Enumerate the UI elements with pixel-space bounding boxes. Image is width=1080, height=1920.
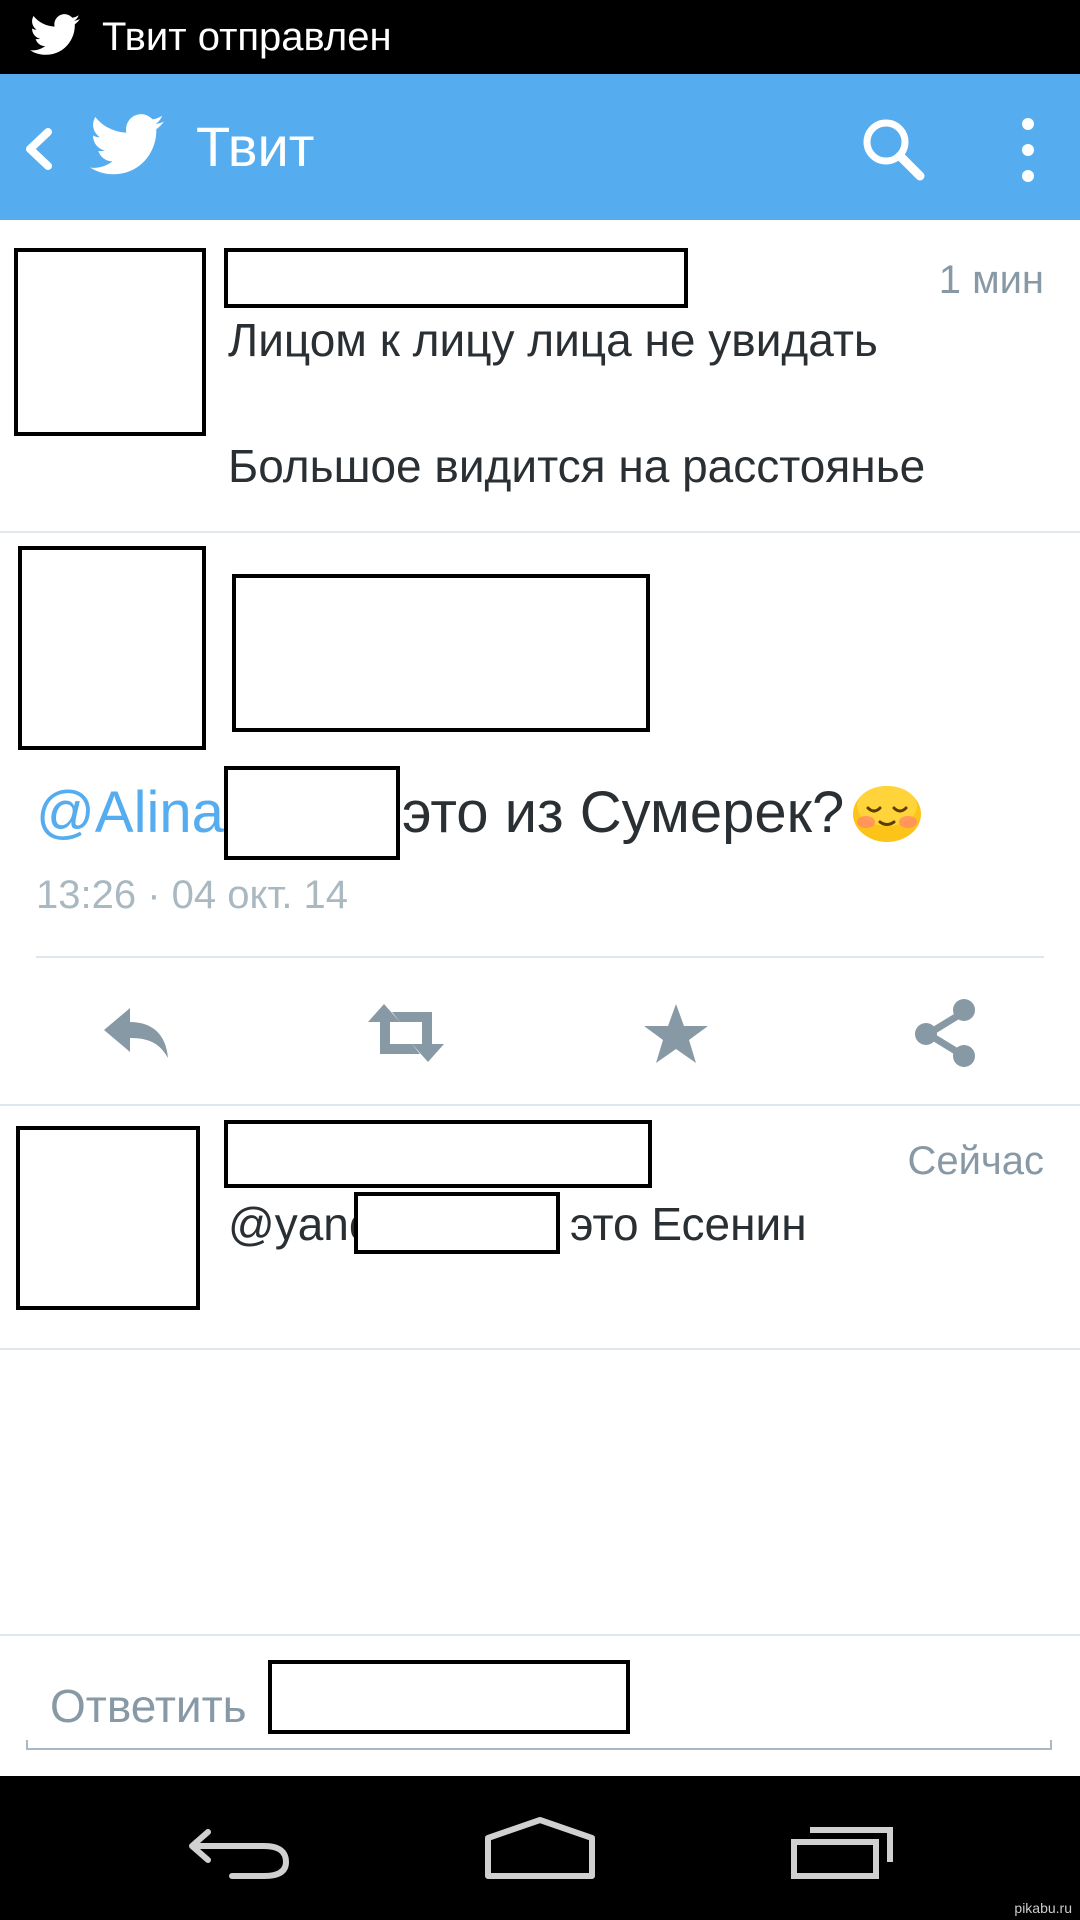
nav-back-icon[interactable] [186, 1824, 292, 1880]
tweet-text: это Есенин [570, 1198, 807, 1250]
search-icon[interactable] [860, 116, 926, 182]
divider [0, 1634, 1080, 1636]
page-title: Твит [196, 115, 315, 178]
tweet-text-line: Лицом к лицу лица не увидать [228, 314, 878, 366]
tweet-timestamp: 13:26 · 04 окт. 14 [36, 873, 349, 917]
app-bar: Твит [0, 74, 1080, 220]
twitter-bird-icon [90, 114, 164, 175]
redacted-username [224, 248, 688, 308]
navigation-bar [0, 1776, 1080, 1920]
nav-recents-icon[interactable] [790, 1822, 896, 1880]
avatar[interactable] [16, 1126, 200, 1310]
tweet-time: 1 мин [938, 258, 1044, 302]
tweet-text-line: Большое видится на расстоянье [228, 440, 926, 492]
twitter-bird-icon [30, 14, 80, 55]
status-notification-text: Твит отправлен [102, 15, 392, 59]
divider [0, 1104, 1080, 1106]
back-icon[interactable] [18, 124, 58, 174]
divider [36, 956, 1044, 958]
redacted-username [224, 1120, 652, 1188]
watermark: pikabu.ru [1014, 1900, 1072, 1916]
share-icon[interactable] [906, 998, 986, 1068]
redacted-handle [224, 766, 400, 860]
redacted-handle [268, 1660, 630, 1734]
redacted-handle [354, 1192, 560, 1254]
reply-icon[interactable] [96, 998, 176, 1068]
reply-input-underline [26, 1740, 1052, 1750]
status-bar: Твит отправлен [0, 0, 1080, 74]
overflow-menu-icon[interactable] [1010, 114, 1046, 186]
favorite-icon[interactable] [636, 998, 716, 1068]
retweet-icon[interactable] [366, 998, 446, 1068]
tweet-text: это из Сумерек? [402, 780, 845, 845]
avatar[interactable] [18, 546, 206, 750]
blush-emoji-icon [853, 786, 921, 842]
mention-link[interactable]: @Alina [36, 780, 224, 846]
tweet-time: Сейчас [907, 1139, 1044, 1183]
divider [0, 531, 1080, 533]
redacted-username [232, 574, 650, 732]
nav-home-icon[interactable] [484, 1816, 596, 1880]
divider [0, 1348, 1080, 1350]
avatar[interactable] [14, 248, 206, 436]
reply-input-placeholder[interactable]: Ответить [50, 1678, 247, 1734]
mention-link[interactable]: @yanc [228, 1196, 372, 1252]
